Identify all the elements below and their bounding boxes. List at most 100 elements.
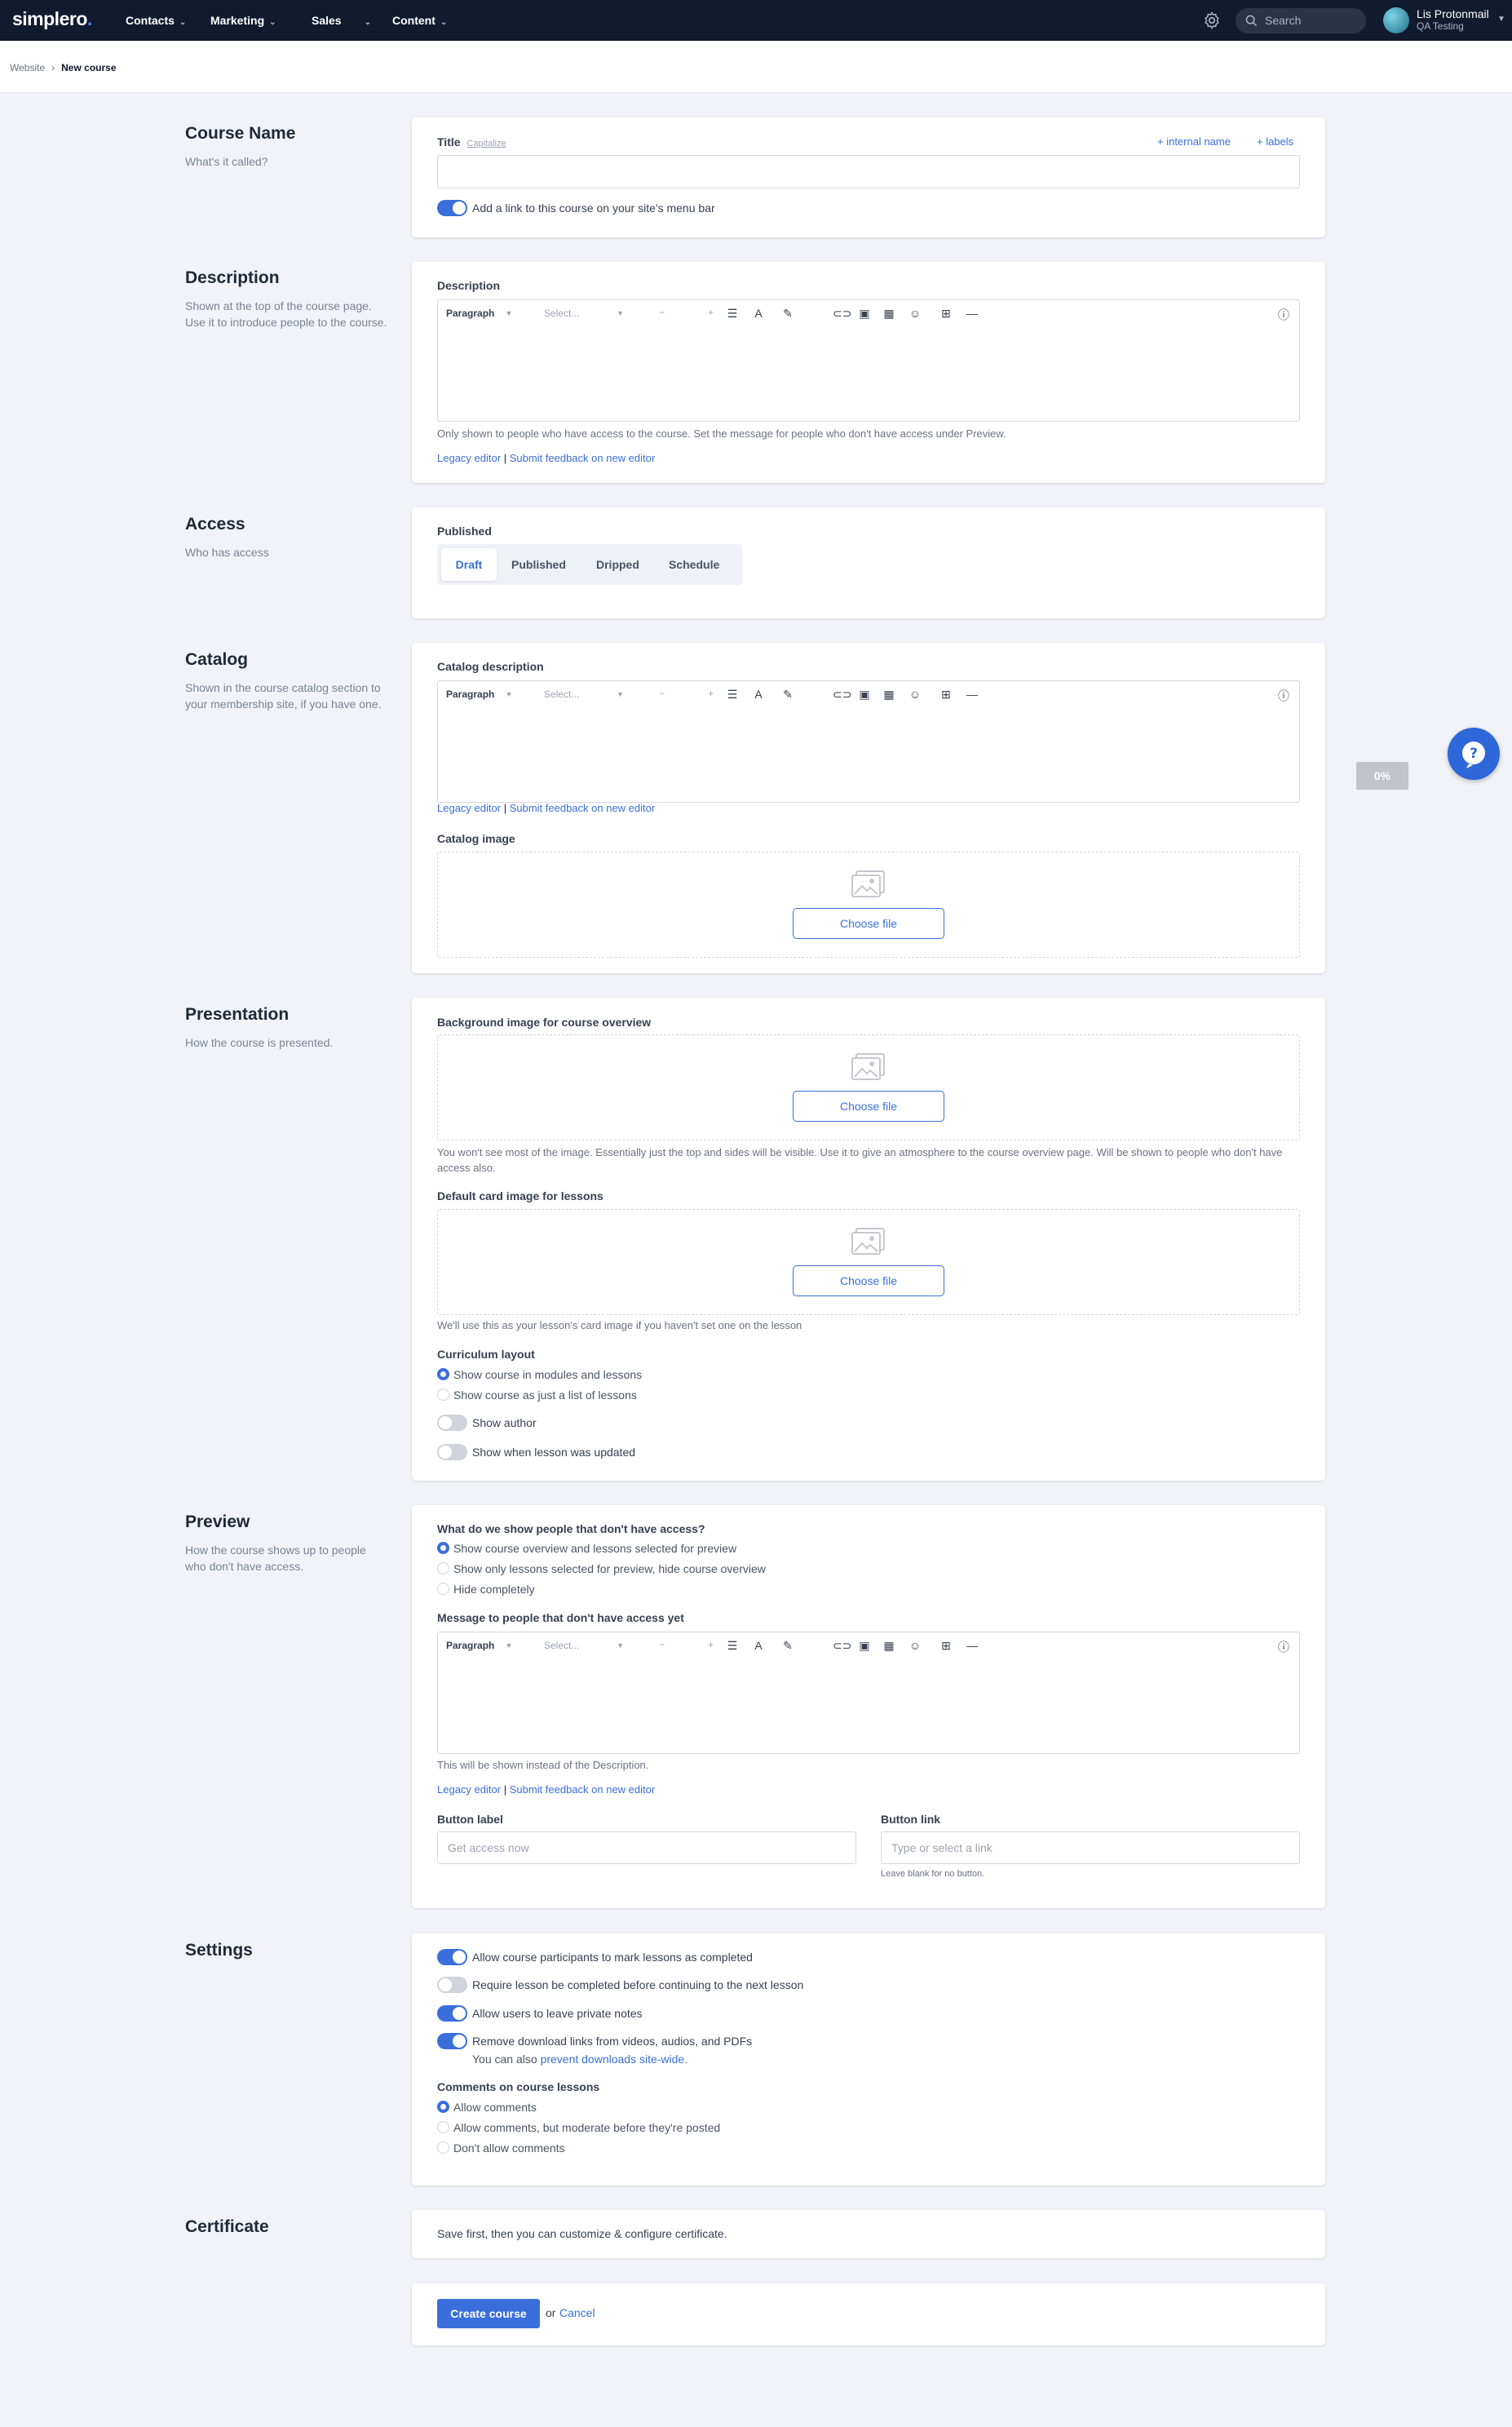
choose-file-button[interactable]: Choose file (793, 1265, 944, 1296)
show-updated-toggle[interactable] (437, 1444, 467, 1460)
choose-file-button[interactable]: Choose file (793, 908, 944, 939)
preview-option-lessons-radio[interactable] (437, 1562, 449, 1574)
table-icon[interactable]: ⊞ (939, 1639, 953, 1654)
info-icon[interactable]: ⓘ (1276, 307, 1291, 321)
tab-dripped[interactable]: Dripped (596, 558, 639, 571)
media-icon[interactable]: ▦ (882, 688, 896, 702)
layout-list-radio[interactable] (437, 1388, 449, 1401)
simplero-logo[interactable]: simplero. (12, 8, 92, 30)
tab-draft[interactable]: Draft (441, 548, 497, 581)
feedback-link[interactable]: Submit feedback on new editor (510, 452, 656, 464)
message-editor[interactable]: Paragraph ▼ Select... ▼ − + ☰ A ✎ ⊂⊃ ▣ ▦ ☺ … (437, 1632, 1300, 1754)
table-icon[interactable]: ⊞ (939, 688, 953, 702)
remove-downloads-toggle[interactable] (437, 2033, 467, 2049)
line-height-icon[interactable]: ☰ (725, 307, 740, 321)
menu-link-toggle[interactable] (437, 200, 467, 216)
increase-icon[interactable]: + (708, 1639, 714, 1650)
prevent-downloads-link[interactable]: prevent downloads site-wide. (541, 2053, 688, 2066)
font-select[interactable]: Select... ▼ (544, 308, 634, 319)
mark-completed-toggle[interactable] (437, 1949, 467, 1965)
highlight-icon[interactable]: ✎ (780, 688, 795, 702)
image-icon[interactable]: ▣ (857, 688, 872, 702)
image-icon[interactable]: ▣ (857, 307, 872, 321)
emoji-icon[interactable]: ☺ (908, 1639, 922, 1654)
nav-marketing[interactable]: Marketing ⌄ (210, 14, 276, 27)
help-button[interactable]: ? (1448, 728, 1500, 780)
line-height-icon[interactable]: ☰ (725, 688, 740, 702)
button-label-input[interactable]: Get access now (437, 1831, 856, 1864)
nav-sales[interactable]: Sales ⌄ (312, 14, 371, 27)
paragraph-select[interactable]: Paragraph ▼ (446, 1640, 512, 1651)
legacy-editor-link[interactable]: Legacy editor (437, 802, 501, 814)
media-icon[interactable]: ▦ (882, 307, 896, 321)
breadcrumb-website[interactable]: Website (10, 62, 45, 73)
legacy-editor-link[interactable]: Legacy editor (437, 452, 501, 464)
description-editor[interactable]: Paragraph ▼ Select... ▼ − + ☰ A ✎ ⊂⊃ ▣ ▦ ☺ … (437, 299, 1300, 422)
card-image-dropzone[interactable]: Choose file (437, 1209, 1300, 1315)
comments-allow-radio[interactable] (437, 2101, 449, 2113)
font-select[interactable]: Select... ▼ (544, 689, 634, 700)
comments-moderate-radio[interactable] (437, 2121, 449, 2133)
font-size-stepper[interactable]: − + (654, 303, 719, 325)
paragraph-select[interactable]: Paragraph ▼ (446, 308, 512, 319)
legacy-editor-link[interactable]: Legacy editor (437, 1783, 501, 1796)
create-course-button[interactable]: Create course (437, 2299, 540, 2328)
info-icon[interactable]: ⓘ (1276, 1639, 1291, 1654)
feedback-link[interactable]: Submit feedback on new editor (510, 1783, 656, 1796)
emoji-icon[interactable]: ☺ (908, 688, 922, 702)
show-author-toggle[interactable] (437, 1415, 467, 1431)
increase-icon[interactable]: + (708, 307, 714, 318)
tab-schedule[interactable]: Schedule (669, 558, 719, 571)
search-input[interactable]: Search (1236, 8, 1366, 33)
font-size-stepper[interactable]: − + (654, 1636, 719, 1657)
horizontal-rule-icon[interactable]: — (965, 307, 979, 321)
emoji-icon[interactable]: ☺ (908, 307, 922, 321)
nav-content[interactable]: Content ⌄ (392, 14, 447, 27)
tab-published[interactable]: Published (511, 558, 566, 571)
text-color-icon[interactable]: A (751, 307, 766, 321)
image-icon[interactable]: ▣ (857, 1639, 872, 1654)
font-select[interactable]: Select... ▼ (544, 1640, 634, 1651)
internal-name-link[interactable]: + internal name (1157, 135, 1231, 148)
link-icon[interactable]: ⊂⊃ (833, 307, 851, 321)
require-completion-toggle[interactable] (437, 1977, 467, 1993)
labels-link[interactable]: + labels (1257, 135, 1293, 148)
highlight-icon[interactable]: ✎ (780, 1639, 795, 1654)
title-input[interactable] (437, 155, 1300, 188)
media-icon[interactable]: ▦ (882, 1639, 896, 1654)
line-height-icon[interactable]: ☰ (725, 1639, 740, 1654)
text-color-icon[interactable]: A (751, 1639, 766, 1654)
user-menu[interactable]: Lis Protonmail QA Testing (1417, 8, 1489, 33)
private-notes-toggle[interactable] (437, 2005, 467, 2022)
text-color-icon[interactable]: A (751, 688, 766, 702)
decrease-icon[interactable]: − (659, 1639, 665, 1650)
font-size-stepper[interactable]: − + (654, 684, 719, 706)
background-image-dropzone[interactable]: Choose file (437, 1034, 1300, 1140)
button-link-input[interactable]: Type or select a link (881, 1831, 1300, 1864)
catalog-description-editor[interactable]: Paragraph ▼ Select... ▼ − + ☰ A ✎ ⊂⊃ ▣ ▦ ☺ … (437, 680, 1300, 803)
paragraph-select[interactable]: Paragraph ▼ (446, 689, 512, 700)
gear-icon[interactable] (1202, 11, 1222, 30)
choose-file-button[interactable]: Choose file (793, 1091, 944, 1122)
layout-modules-radio[interactable] (437, 1368, 449, 1380)
feedback-link[interactable]: Submit feedback on new editor (510, 802, 656, 814)
preview-option-overview-radio[interactable] (437, 1542, 449, 1554)
table-icon[interactable]: ⊞ (939, 307, 953, 321)
info-icon[interactable]: ⓘ (1276, 688, 1291, 702)
link-icon[interactable]: ⊂⊃ (833, 1639, 851, 1654)
catalog-image-dropzone[interactable]: Choose file (437, 852, 1300, 958)
decrease-icon[interactable]: − (659, 307, 665, 318)
nav-contacts[interactable]: Contacts ⌄ (126, 14, 186, 27)
capitalize-link[interactable]: Capitalize (466, 139, 506, 148)
decrease-icon[interactable]: − (659, 688, 665, 699)
horizontal-rule-icon[interactable]: — (965, 688, 979, 702)
link-icon[interactable]: ⊂⊃ (833, 688, 851, 702)
cancel-link[interactable]: Cancel (559, 2306, 595, 2319)
chevron-down-icon[interactable]: ▼ (1497, 15, 1505, 24)
horizontal-rule-icon[interactable]: — (965, 1639, 979, 1654)
comments-disallow-radio[interactable] (437, 2141, 449, 2154)
preview-option-hide-radio[interactable] (437, 1583, 449, 1595)
avatar[interactable] (1383, 7, 1409, 33)
highlight-icon[interactable]: ✎ (780, 307, 795, 321)
increase-icon[interactable]: + (708, 688, 714, 699)
